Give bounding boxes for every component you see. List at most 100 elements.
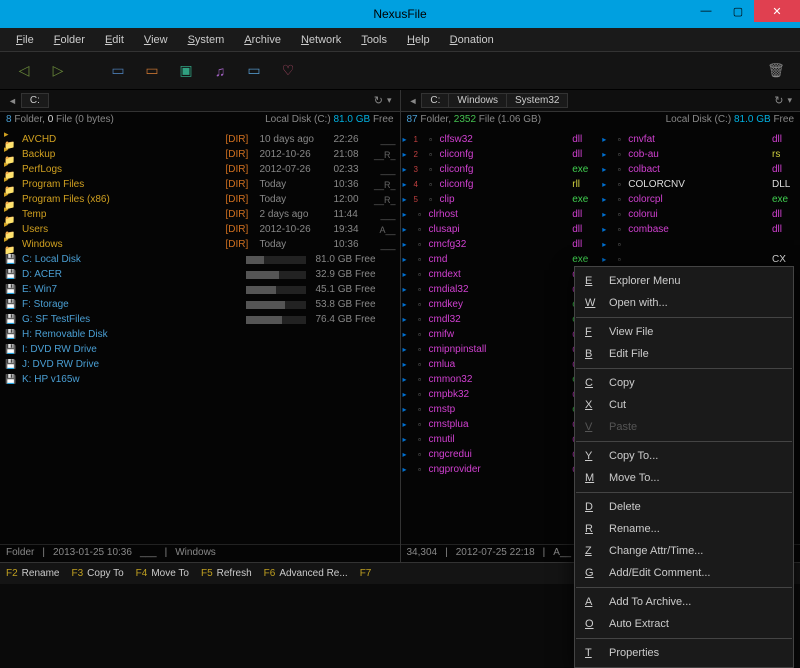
- context-item[interactable]: CCopy: [575, 372, 793, 394]
- drive-row[interactable]: 💾I: DVD RW Drive: [0, 342, 400, 357]
- table-row[interactable]: ▸▫cmcfg32dll: [401, 237, 601, 252]
- path-segment[interactable]: System32: [506, 93, 568, 108]
- table-row[interactable]: ▸📁Users[DIR]2012-10-2619:34A__: [0, 222, 400, 237]
- drive-row[interactable]: 💾J: DVD RW Drive: [0, 357, 400, 372]
- back-button[interactable]: ◁: [10, 57, 38, 85]
- drive-row[interactable]: 💾E: Win745.1 GB Free: [0, 282, 400, 297]
- maximize-button[interactable]: ▢: [722, 0, 754, 22]
- table-row[interactable]: ▸▫clrhostdll: [401, 207, 601, 222]
- menu-tools[interactable]: Tools: [353, 32, 395, 48]
- path-back-icon[interactable]: ◄: [4, 96, 21, 106]
- table-row[interactable]: ▸▫cngproviderdll: [401, 462, 601, 477]
- path-segment[interactable]: Windows: [448, 93, 507, 108]
- music-button[interactable]: ♫: [206, 57, 234, 85]
- context-item[interactable]: GAdd/Edit Comment...: [575, 562, 793, 584]
- table-row[interactable]: ▸▫cmdexe: [401, 252, 601, 267]
- menu-edit[interactable]: Edit: [97, 32, 132, 48]
- minimize-button[interactable]: —: [690, 0, 722, 22]
- desktop-button[interactable]: ▭: [104, 57, 132, 85]
- table-row[interactable]: ▸▫cmipnpinstalldll: [401, 342, 601, 357]
- table-row[interactable]: ▸📁Program Files (x86)[DIR]Today12:00__R_: [0, 192, 400, 207]
- path-menu-icon[interactable]: ▾: [383, 95, 396, 106]
- left-filelist[interactable]: ▸📁AVCHD[DIR]10 days ago22:26___▸📁Backup[…: [0, 132, 400, 544]
- table-row[interactable]: ▸▫cmdial32dll: [401, 282, 601, 297]
- menu-donation[interactable]: Donation: [442, 32, 502, 48]
- drive-row[interactable]: 💾C: Local Disk81.0 GB Free: [0, 252, 400, 267]
- close-button[interactable]: ✕: [754, 0, 800, 22]
- table-row[interactable]: ▸▫colorcplexe: [600, 192, 800, 207]
- drive-row[interactable]: 💾D: ACER32.9 GB Free: [0, 267, 400, 282]
- table-row[interactable]: ▸4▫cliconfgrll: [401, 177, 601, 192]
- table-row[interactable]: ▸▫cngcreduidll: [401, 447, 601, 462]
- refresh-icon[interactable]: ↻: [374, 94, 383, 107]
- table-row[interactable]: ▸▫CX: [600, 252, 800, 267]
- menu-system[interactable]: System: [180, 32, 233, 48]
- menu-file[interactable]: File: [8, 32, 42, 48]
- table-row[interactable]: ▸📁AVCHD[DIR]10 days ago22:26___: [0, 132, 400, 147]
- context-item[interactable]: FView File: [575, 321, 793, 343]
- fkey-f4[interactable]: F4Move To: [130, 568, 195, 579]
- context-item[interactable]: RRename...: [575, 518, 793, 540]
- context-item[interactable]: MMove To...: [575, 467, 793, 489]
- menu-network[interactable]: Network: [293, 32, 349, 48]
- context-item[interactable]: BEdit File: [575, 343, 793, 365]
- table-row[interactable]: ▸▫: [600, 237, 800, 252]
- table-row[interactable]: ▸▫cmmon32exe: [401, 372, 601, 387]
- table-row[interactable]: ▸▫clusapidll: [401, 222, 601, 237]
- table-row[interactable]: ▸▫cmifwdll: [401, 327, 601, 342]
- video-button[interactable]: ▭: [240, 57, 268, 85]
- menu-view[interactable]: View: [136, 32, 176, 48]
- context-item[interactable]: EExplorer Menu: [575, 270, 793, 292]
- path-menu-icon[interactable]: ▾: [783, 95, 796, 106]
- table-row[interactable]: ▸▫coloruidll: [600, 207, 800, 222]
- fkey-f5[interactable]: F5Refresh: [195, 568, 258, 579]
- drive-row[interactable]: 💾H: Removable Disk: [0, 327, 400, 342]
- table-row[interactable]: ▸▫cmstpexe: [401, 402, 601, 417]
- table-row[interactable]: ▸📁Backup[DIR]2012-10-2621:08__R_: [0, 147, 400, 162]
- table-row[interactable]: ▸▫cmstpluadll: [401, 417, 601, 432]
- table-row[interactable]: ▸📁PerfLogs[DIR]2012-07-2602:33___: [0, 162, 400, 177]
- fkey-f6[interactable]: F6Advanced Re...: [258, 568, 354, 579]
- context-item[interactable]: AAdd To Archive...: [575, 591, 793, 613]
- context-item[interactable]: OAuto Extract: [575, 613, 793, 635]
- context-item[interactable]: YCopy To...: [575, 445, 793, 467]
- table-row[interactable]: ▸▫cmluadll: [401, 357, 601, 372]
- path-segment[interactable]: C:: [421, 93, 449, 108]
- drive-row[interactable]: 💾F: Storage53.8 GB Free: [0, 297, 400, 312]
- context-item[interactable]: WOpen with...: [575, 292, 793, 314]
- drive-row[interactable]: 💾G: SF TestFiles76.4 GB Free: [0, 312, 400, 327]
- table-row[interactable]: ▸📁Temp[DIR]2 days ago11:44___: [0, 207, 400, 222]
- table-row[interactable]: ▸▫cmpbk32dll: [401, 387, 601, 402]
- table-row[interactable]: ▸▫COLORCNVDLL: [600, 177, 800, 192]
- context-item[interactable]: XCut: [575, 394, 793, 416]
- fkey-f3[interactable]: F3Copy To: [65, 568, 129, 579]
- fkey-f2[interactable]: F2Rename: [0, 568, 65, 579]
- table-row[interactable]: ▸1▫clfsw32dll: [401, 132, 601, 147]
- context-item[interactable]: TProperties: [575, 642, 793, 664]
- table-row[interactable]: ▸▫cmutildll: [401, 432, 601, 447]
- table-row[interactable]: ▸▫cmdkeyexe: [401, 297, 601, 312]
- table-row[interactable]: ▸📁Program Files[DIR]Today10:36__R_: [0, 177, 400, 192]
- table-row[interactable]: ▸▫cmdl32exe: [401, 312, 601, 327]
- menu-folder[interactable]: Folder: [46, 32, 93, 48]
- trash-button[interactable]: 🗑: [762, 57, 790, 85]
- menu-help[interactable]: Help: [399, 32, 438, 48]
- drive-row[interactable]: 💾K: HP v165w: [0, 372, 400, 387]
- table-row[interactable]: ▸▫colbactdll: [600, 162, 800, 177]
- table-row[interactable]: ▸📁Windows[DIR]Today10:36___: [0, 237, 400, 252]
- table-row[interactable]: ▸5▫clipexe: [401, 192, 601, 207]
- table-row[interactable]: ▸2▫cliconfgdll: [401, 147, 601, 162]
- table-row[interactable]: ▸▫combasedll: [600, 222, 800, 237]
- favorite-button[interactable]: ♡: [274, 57, 302, 85]
- fkey-f7[interactable]: F7: [354, 568, 382, 579]
- context-item[interactable]: DDelete: [575, 496, 793, 518]
- refresh-icon[interactable]: ↻: [774, 94, 783, 107]
- path-segment[interactable]: C:: [21, 93, 49, 108]
- table-row[interactable]: ▸▫cmdextdll: [401, 267, 601, 282]
- camera-button[interactable]: ▣: [172, 57, 200, 85]
- folder-button[interactable]: ▭: [138, 57, 166, 85]
- table-row[interactable]: ▸3▫cliconfgexe: [401, 162, 601, 177]
- table-row[interactable]: ▸▫cob-aurs: [600, 147, 800, 162]
- table-row[interactable]: ▸▫cnvfatdll: [600, 132, 800, 147]
- menu-archive[interactable]: Archive: [236, 32, 289, 48]
